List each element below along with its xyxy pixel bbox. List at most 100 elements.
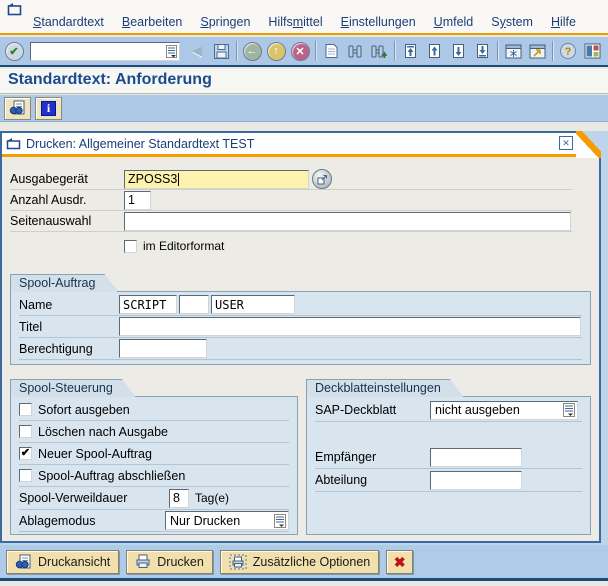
spacer: [315, 422, 582, 446]
value-help-button[interactable]: [312, 169, 332, 189]
customize-layout-button[interactable]: [580, 39, 604, 63]
cancel-button[interactable]: ✕: [288, 39, 312, 63]
help-question-icon: ?: [559, 42, 577, 60]
find-next-button[interactable]: [367, 39, 391, 63]
separator: [552, 41, 553, 61]
editor-format-label: im Editorformat: [143, 239, 224, 253]
copies-input[interactable]: 1: [124, 191, 151, 210]
department-row: Abteilung: [315, 469, 582, 492]
menu-umfeld[interactable]: Umfeld: [425, 14, 483, 30]
print-immediately-checkbox[interactable]: [19, 403, 32, 416]
close-spool-request-checkbox[interactable]: [19, 469, 32, 482]
printer-options-icon: [229, 554, 247, 570]
command-field[interactable]: [30, 42, 180, 61]
menu-hilfe[interactable]: Hilfe: [542, 14, 585, 30]
value-help-icon: [317, 174, 328, 185]
standard-toolbar: ✔ ◀ ← ↑ ✕: [0, 37, 608, 67]
retention-input[interactable]: 8: [169, 489, 189, 508]
exit-button[interactable]: ↑: [264, 39, 288, 63]
menu-hilfsmittel[interactable]: Hilfsmittel: [259, 14, 331, 30]
info-button[interactable]: i: [35, 97, 62, 120]
collapse-toolbar-button[interactable]: ◀: [185, 39, 209, 63]
first-page-icon: [403, 43, 418, 59]
cancel-dialog-button[interactable]: ✖: [386, 550, 413, 574]
exit-arrow-icon: ↑: [267, 42, 286, 61]
print-preview-icon: [15, 554, 32, 570]
page-selection-input[interactable]: [124, 212, 571, 231]
save-button[interactable]: [209, 39, 233, 63]
spool-control-group: Spool-Steuerung Sofort ausgeben Löschen …: [10, 378, 298, 535]
spool-control-group-box: Sofort ausgeben Löschen nach Ausgabe ✔ N…: [10, 396, 298, 535]
print-button[interactable]: [319, 39, 343, 63]
menu-springen[interactable]: Springen: [191, 14, 259, 30]
output-device-input[interactable]: ZPOSS3: [124, 170, 309, 189]
recipient-input[interactable]: [430, 448, 522, 467]
page-title: Standardtext: Anforderung: [8, 71, 608, 89]
spool-name-input-3[interactable]: USER: [211, 295, 295, 314]
enter-button[interactable]: ✔: [2, 39, 26, 63]
spool-request-group-title: Spool-Auftrag: [10, 274, 118, 292]
spool-title-input[interactable]: [119, 317, 581, 336]
menu-bearbeiten[interactable]: Bearbeiten: [113, 14, 191, 30]
print-preview-action-button[interactable]: Druckansicht: [6, 550, 119, 574]
department-input[interactable]: [430, 471, 522, 490]
sap-cover-dropdown[interactable]: nicht ausgeben: [430, 401, 578, 420]
command-history-icon[interactable]: [166, 45, 177, 58]
print-preview-icon: [9, 100, 26, 116]
spool-name-input-1[interactable]: SCRIPT: [119, 295, 177, 314]
sap-cover-label: SAP-Deckblatt: [315, 403, 430, 417]
print-dialog: Drucken: Allgemeiner Standardtext TEST ✕…: [0, 131, 608, 578]
dialog-title-bar[interactable]: Drucken: Allgemeiner Standardtext TEST ✕: [2, 133, 599, 154]
new-spool-request-label: Neuer Spool-Auftrag: [38, 447, 152, 461]
page-up-icon: [427, 43, 442, 59]
additional-options-label: Zusätzliche Optionen: [253, 555, 370, 569]
menu-standardtext[interactable]: Standardtext: [24, 14, 113, 30]
spool-name-input-2[interactable]: [179, 295, 209, 314]
dialog-button-bar: Druckansicht Drucken Zusätzliche Optione…: [0, 545, 608, 578]
retention-row: Spool-Verweildauer 8 Tag(e): [19, 487, 289, 510]
print-preview-button[interactable]: [4, 97, 31, 120]
new-session-button[interactable]: [501, 39, 525, 63]
last-page-button[interactable]: [470, 39, 494, 63]
print-label: Drucken: [157, 555, 204, 569]
create-shortcut-icon: [529, 44, 546, 59]
menu-einstellungen[interactable]: Einstellungen: [332, 14, 425, 30]
close-spool-request-label: Spool-Auftrag abschließen: [38, 469, 185, 483]
create-shortcut-button[interactable]: [525, 39, 549, 63]
page-down-button[interactable]: [446, 39, 470, 63]
close-icon[interactable]: ✕: [559, 136, 573, 150]
delete-after-output-checkbox[interactable]: [19, 425, 32, 438]
first-page-button[interactable]: [398, 39, 422, 63]
text-caret: [178, 173, 179, 186]
system-menu-icon[interactable]: [7, 2, 23, 16]
sap-cover-row: SAP-Deckblatt nicht ausgeben: [315, 399, 582, 422]
print-immediately-row: Sofort ausgeben: [19, 399, 289, 421]
print-page-icon: [324, 43, 339, 59]
new-spool-request-row: ✔ Neuer Spool-Auftrag: [19, 443, 289, 465]
separator: [315, 41, 316, 61]
storage-mode-dropdown[interactable]: Nur Drucken: [165, 511, 289, 530]
bottom-divider: [0, 578, 608, 581]
sap-window: Standardtext Bearbeiten Springen Hilfsmi…: [0, 0, 608, 586]
additional-options-button[interactable]: Zusätzliche Optionen: [220, 550, 379, 574]
info-icon: i: [41, 101, 56, 116]
menu-system[interactable]: System: [482, 14, 542, 30]
page-up-button[interactable]: [422, 39, 446, 63]
new-spool-request-checkbox[interactable]: ✔: [19, 447, 32, 460]
page-down-icon: [451, 43, 466, 59]
left-triangle-icon: ◀: [192, 43, 202, 59]
print-immediately-label: Sofort ausgeben: [38, 403, 130, 417]
editor-format-row: im Editorformat: [124, 236, 591, 256]
last-page-icon: [475, 43, 490, 59]
storage-mode-row: Ablagemodus Nur Drucken: [19, 510, 289, 532]
find-button[interactable]: [343, 39, 367, 63]
copies-row: Anzahl Ausdr. 1: [10, 190, 572, 211]
editor-format-checkbox[interactable]: [124, 240, 137, 253]
back-button[interactable]: ←: [240, 39, 264, 63]
cover-sheet-group: Deckblatteinstellungen SAP-Deckblatt nic…: [306, 378, 591, 535]
authorization-input[interactable]: [119, 339, 207, 358]
print-action-button[interactable]: Drucken: [126, 550, 213, 574]
spool-title-label: Titel: [19, 320, 119, 334]
help-button[interactable]: ?: [556, 39, 580, 63]
separator: [497, 41, 498, 61]
